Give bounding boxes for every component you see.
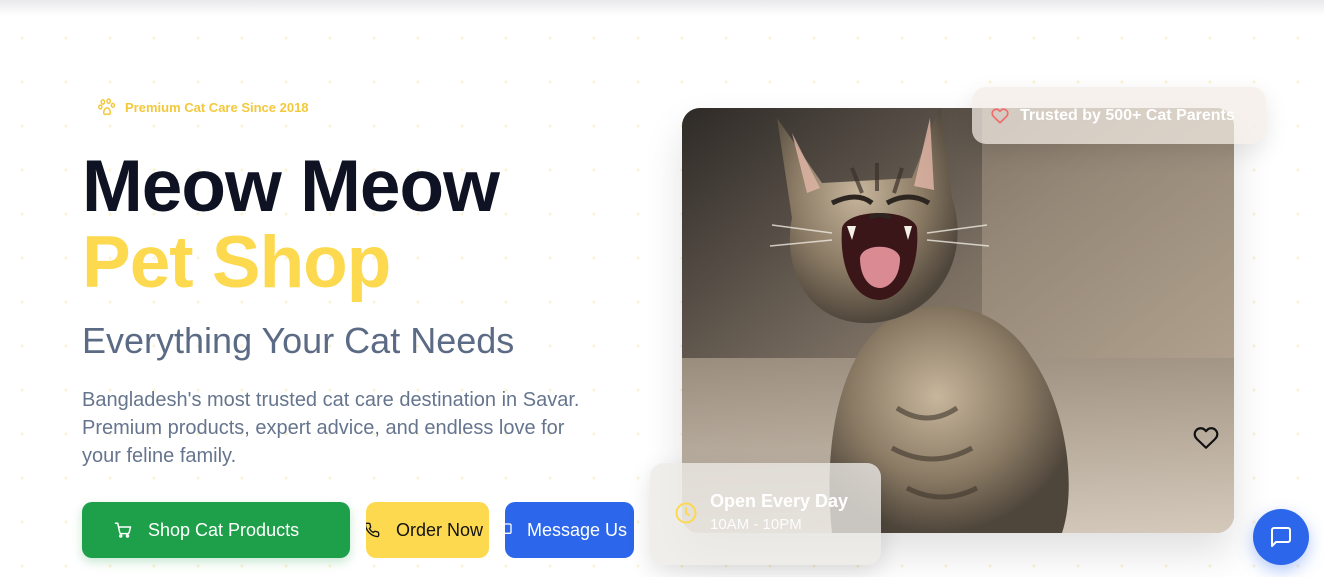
opening-hours-time: 10AM - 10PM (710, 516, 802, 533)
page-title: Meow Meow (82, 146, 500, 227)
chat-button[interactable] (1253, 509, 1309, 565)
opening-hours-title: Open Every Day (710, 491, 849, 511)
phone-icon (366, 522, 380, 538)
shop-button-label: Shop Cat Products (148, 519, 300, 540)
message-button-label: Message Us (527, 519, 628, 540)
hero-tag: Premium Cat Care Since 2018 (97, 97, 309, 117)
favorite-button[interactable] (1192, 425, 1220, 451)
header-shadow (0, 0, 1324, 16)
order-now-button[interactable]: Order Now (366, 502, 489, 558)
chat-icon (1271, 527, 1291, 547)
shop-cat-products-button[interactable]: Shop Cat Products (82, 502, 350, 558)
opening-hours-card: Open Every Day 10AM - 10PM (650, 463, 881, 565)
paw-icon (98, 98, 116, 116)
trusted-badge: Trusted by 500+ Cat Parents (972, 87, 1266, 144)
clock-icon (675, 502, 697, 524)
hero-description: Bangladesh's most trusted cat care desti… (82, 389, 580, 467)
message-icon (505, 523, 512, 534)
message-us-button[interactable]: Message Us (505, 502, 634, 558)
hero-subtitle: Everything Your Cat Needs (82, 320, 515, 361)
page-title-highlight: Pet Shop (82, 222, 391, 303)
hero-tag-text: Premium Cat Care Since 2018 (125, 99, 309, 115)
order-button-label: Order Now (396, 519, 484, 540)
heart-icon (991, 107, 1009, 124)
cart-icon (114, 522, 132, 538)
heart-icon (1193, 427, 1219, 449)
trusted-badge-text: Trusted by 500+ Cat Parents (1020, 106, 1235, 124)
